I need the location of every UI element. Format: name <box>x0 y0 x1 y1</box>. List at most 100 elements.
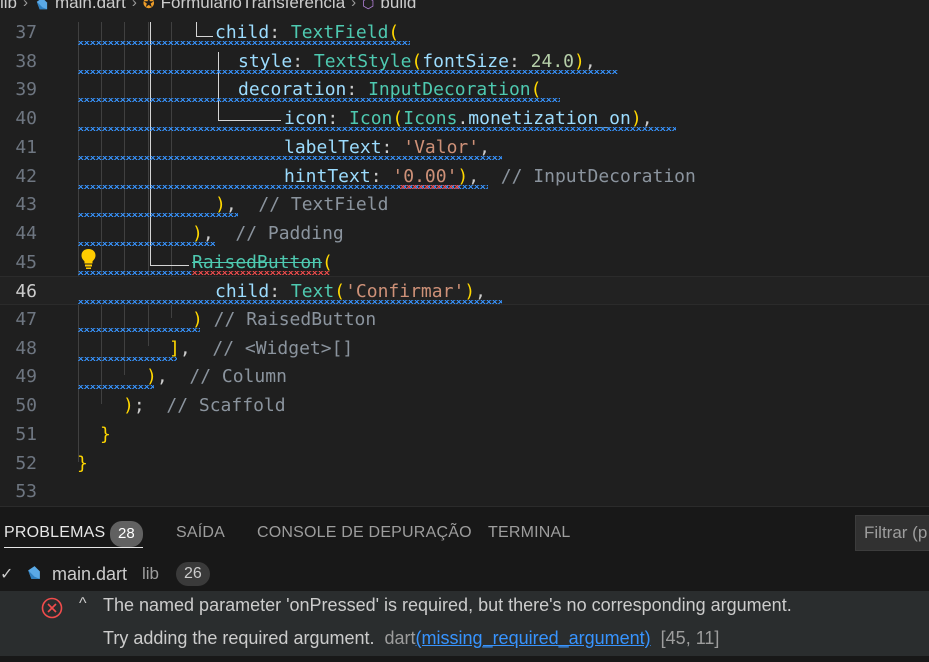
problem-file-name: main.dart <box>52 564 128 584</box>
code-token: decoration <box>238 79 347 101</box>
code-token: : <box>269 22 291 43</box>
code-token: 24.0 <box>530 50 575 72</box>
code-line[interactable]: 53 <box>0 477 929 506</box>
line-number: 41 <box>15 136 37 158</box>
lightbulb-icon[interactable] <box>80 248 97 270</box>
tab-output[interactable]: SAÍDA <box>176 523 225 543</box>
code-line[interactable]: 47) // RaisedButton <box>0 305 929 334</box>
problem-file-dir: lib <box>142 564 160 583</box>
breadcrumb-file[interactable]: main.dart <box>55 0 126 11</box>
code-token: ) <box>630 108 642 130</box>
error-squiggle <box>400 184 460 189</box>
line-number: 45 <box>15 251 37 273</box>
problem-hint-text: Try adding the required argument. <box>103 628 375 648</box>
code-editor[interactable]: 37 child: TextField(38 style: TextStyle(fo… <box>0 22 929 506</box>
code-line[interactable]: 43), // TextField <box>0 190 929 219</box>
code-line[interactable]: 41 labelText: 'Valor', <box>0 133 929 162</box>
code-token: ) <box>192 309 203 330</box>
code-line[interactable]: 42 hintText: '0.00'), // InputDecoration <box>0 162 929 191</box>
code-token: fontSize <box>422 50 509 72</box>
code-token: // Padding <box>224 222 344 244</box>
code-line[interactable]: 50); // Scaffold <box>0 391 929 420</box>
code-token: 'Valor' <box>403 136 480 158</box>
code-line[interactable]: 52} <box>0 449 929 478</box>
line-number: 52 <box>15 452 37 474</box>
code-token: , <box>179 337 202 359</box>
code-text: ), // Column <box>146 362 287 391</box>
line-number: 44 <box>15 222 37 244</box>
active-tab-indicator <box>4 547 143 548</box>
panel-tabs: PROBLEMAS 28 SAÍDA CONSOLE DE DEPURAÇÃO … <box>0 507 929 557</box>
tab-terminal[interactable]: TERMINAL <box>488 523 571 543</box>
code-token: : <box>327 108 350 130</box>
dart-icon <box>28 566 40 579</box>
problem-code-link[interactable]: (missing_required_argument) <box>416 628 651 648</box>
code-token: child <box>215 281 270 303</box>
code-token: ; <box>133 395 156 417</box>
code-line[interactable]: 51} <box>0 420 929 449</box>
code-token: // RaisedButton <box>202 309 377 330</box>
line-number: 47 <box>15 309 37 330</box>
breadcrumb-lib[interactable]: lib <box>0 0 17 11</box>
info-squiggle <box>78 69 618 74</box>
code-line[interactable]: 45 RaisedButton( <box>0 248 929 277</box>
code-token: ] <box>169 337 180 359</box>
code-token: icon <box>284 108 328 130</box>
chevron-up-icon[interactable]: ^ <box>79 595 87 613</box>
chevron-down-icon[interactable]: ✓ <box>0 564 13 584</box>
code-line[interactable]: 49), // Column <box>0 362 929 391</box>
code-token: : <box>292 50 314 72</box>
problem-item[interactable]: ^ The named parameter 'onPressed' is req… <box>0 591 929 656</box>
line-number: 53 <box>15 481 37 503</box>
code-line[interactable]: 46 child: Text('Confirmar'), <box>0 276 929 306</box>
problem-hint: Try adding the required argument. dart(m… <box>103 628 719 649</box>
code-token: child <box>215 22 270 43</box>
problem-source: dart <box>384 628 416 648</box>
tab-debug-console[interactable]: CONSOLE DE DEPURAÇÃO <box>257 523 472 543</box>
breadcrumb-method[interactable]: build <box>380 0 416 11</box>
code-token: monetization_on <box>468 108 631 130</box>
dart-icon <box>36 0 48 10</box>
code-token: . <box>457 108 469 130</box>
code-line[interactable]: 48], // <Widget>[] <box>0 334 929 363</box>
info-squiggle <box>78 356 177 361</box>
error-squiggle <box>192 270 330 275</box>
code-token: ) <box>146 366 157 388</box>
method-icon: ⬡ <box>362 0 375 11</box>
class-icon: ✪ <box>142 0 155 11</box>
code-token: ) <box>574 50 585 72</box>
code-token: labelText <box>284 136 382 158</box>
code-token: ) <box>464 281 476 303</box>
code-text: ), // TextField <box>215 190 388 219</box>
breadcrumb-class[interactable]: FormularioTransferencia <box>161 0 346 11</box>
code-token: , <box>468 165 490 187</box>
line-number: 38 <box>15 50 37 72</box>
code-token: , <box>475 281 486 303</box>
code-text: } <box>100 420 111 449</box>
tab-problems[interactable]: PROBLEMAS <box>4 523 105 543</box>
code-token: , <box>479 136 490 158</box>
info-squiggle <box>78 328 200 332</box>
code-token: ( <box>392 108 404 130</box>
info-squiggle <box>78 270 192 275</box>
code-token: hintText <box>284 165 371 187</box>
code-token: Icons <box>403 108 458 130</box>
info-squiggle <box>78 385 154 390</box>
filter-input[interactable]: Filtrar (p <box>855 515 929 551</box>
code-token: ( <box>411 50 423 72</box>
line-number: 48 <box>15 337 37 359</box>
line-number: 39 <box>15 79 37 101</box>
line-number: 37 <box>15 22 37 43</box>
code-token: , <box>584 50 596 72</box>
code-text: } <box>77 449 88 478</box>
code-token: // Column <box>178 366 287 388</box>
code-line[interactable]: 39 decoration: InputDecoration( <box>0 75 929 104</box>
code-line[interactable]: 37 child: TextField( <box>0 22 929 47</box>
info-squiggle <box>78 241 215 246</box>
code-line[interactable]: 44), // Padding <box>0 219 929 248</box>
problem-file-row[interactable]: ✓ main.dart lib 26 <box>0 561 929 587</box>
code-token: ( <box>322 251 333 273</box>
code-line[interactable]: 40 icon: Icon(Icons.monetization_on), <box>0 104 929 133</box>
code-line[interactable]: 38 style: TextStyle(fontSize: 24.0), <box>0 47 929 76</box>
problem-position: [45, 11] <box>660 628 720 648</box>
